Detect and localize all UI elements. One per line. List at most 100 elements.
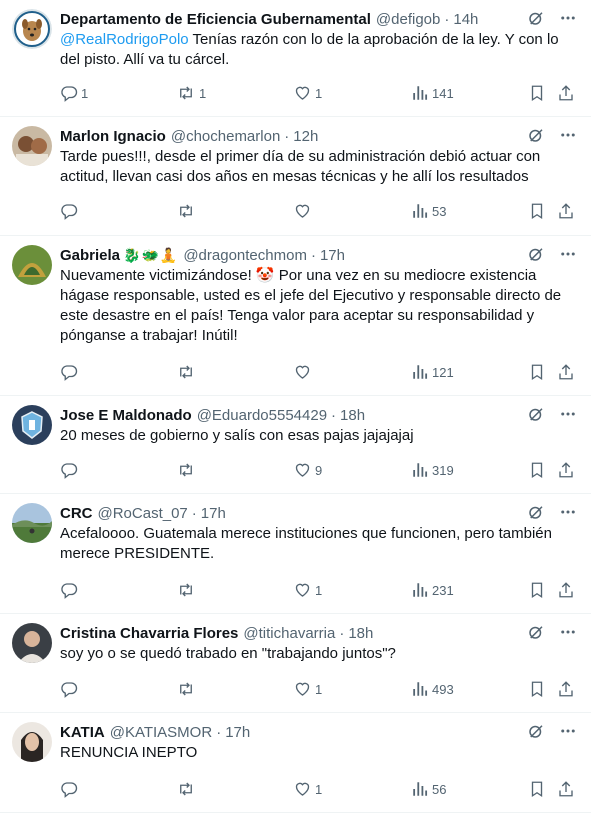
timestamp[interactable]: 17h bbox=[201, 505, 226, 522]
timestamp[interactable]: 17h bbox=[225, 724, 250, 741]
avatar[interactable] bbox=[12, 245, 52, 285]
avatar[interactable] bbox=[12, 126, 52, 166]
tweet[interactable]: Cristina Chavarria Flores @titichavarria… bbox=[0, 614, 591, 713]
tweet[interactable]: Gabriela 🐉🐲🧘 @dragontechmom · 17h Nuevam… bbox=[0, 236, 591, 396]
bookmark-button[interactable] bbox=[528, 363, 546, 381]
share-icon bbox=[559, 681, 573, 697]
retweet-button[interactable] bbox=[176, 202, 199, 220]
tweet[interactable]: CRC @RoCast_07 · 17h Acefaloooo. Guatema… bbox=[0, 494, 591, 614]
tweet[interactable]: KATIA @KATIASMOR · 17h RENUNCIA INEPTO 1… bbox=[0, 713, 591, 813]
tweet[interactable]: Departamento de Eficiencia Gubernamental… bbox=[0, 0, 591, 117]
avatar[interactable] bbox=[12, 503, 52, 543]
author-handle[interactable]: @titichavarria bbox=[243, 625, 335, 642]
more-icon[interactable] bbox=[559, 126, 577, 144]
reply-button[interactable]: 1 bbox=[60, 84, 88, 102]
grok-icon[interactable] bbox=[527, 503, 545, 521]
author-handle[interactable]: @defigob bbox=[376, 11, 440, 28]
like-count: 1 bbox=[315, 781, 323, 797]
like-button[interactable]: 1 bbox=[293, 581, 322, 599]
reply-button[interactable] bbox=[60, 363, 81, 381]
retweet-button[interactable] bbox=[176, 363, 199, 381]
more-icon[interactable] bbox=[559, 503, 577, 521]
timestamp[interactable]: 18h bbox=[340, 407, 365, 424]
reply-icon bbox=[61, 782, 78, 798]
author-name[interactable]: Cristina Chavarria Flores bbox=[60, 625, 238, 642]
retweet-button[interactable] bbox=[176, 780, 199, 798]
grok-icon[interactable] bbox=[527, 722, 545, 740]
timestamp[interactable]: 14h bbox=[453, 11, 478, 28]
author-name[interactable]: Departamento de Eficiencia Gubernamental bbox=[60, 11, 371, 28]
like-button[interactable] bbox=[293, 202, 315, 220]
more-icon[interactable] bbox=[559, 9, 577, 27]
share-button[interactable] bbox=[557, 581, 575, 599]
retweet-button[interactable]: 1 bbox=[176, 84, 206, 102]
views-button[interactable]: 319 bbox=[411, 461, 454, 479]
grok-icon[interactable] bbox=[527, 405, 545, 423]
share-icon bbox=[559, 582, 573, 598]
grok-icon[interactable] bbox=[527, 623, 545, 641]
views-button[interactable]: 56 bbox=[411, 780, 446, 798]
reply-button[interactable] bbox=[60, 202, 81, 220]
reply-button[interactable] bbox=[60, 780, 81, 798]
like-button[interactable]: 1 bbox=[293, 780, 322, 798]
author-handle[interactable]: @KATIASMOR bbox=[110, 724, 212, 741]
bookmark-button[interactable] bbox=[528, 202, 546, 220]
avatar[interactable] bbox=[12, 722, 52, 762]
author-name[interactable]: CRC bbox=[60, 505, 93, 522]
avatar[interactable] bbox=[12, 405, 52, 445]
views-button[interactable]: 493 bbox=[411, 680, 454, 698]
retweet-button[interactable] bbox=[176, 581, 199, 599]
share-button[interactable] bbox=[557, 780, 575, 798]
share-button[interactable] bbox=[557, 680, 575, 698]
views-button[interactable]: 53 bbox=[411, 202, 446, 220]
bookmark-button[interactable] bbox=[528, 84, 546, 102]
author-name[interactable]: Jose E Maldonado bbox=[60, 407, 192, 424]
share-button[interactable] bbox=[557, 84, 575, 102]
share-button[interactable] bbox=[557, 461, 575, 479]
author-name[interactable]: Gabriela bbox=[60, 247, 120, 264]
more-icon[interactable] bbox=[559, 623, 577, 641]
share-button[interactable] bbox=[557, 363, 575, 381]
views-button[interactable]: 141 bbox=[411, 84, 454, 102]
avatar[interactable] bbox=[12, 9, 52, 49]
timestamp[interactable]: 18h bbox=[348, 625, 373, 642]
like-button[interactable] bbox=[293, 363, 315, 381]
author-handle[interactable]: @dragontechmom bbox=[183, 247, 307, 264]
reply-count: 1 bbox=[81, 85, 89, 101]
more-icon[interactable] bbox=[559, 405, 577, 423]
timestamp[interactable]: 12h bbox=[293, 128, 318, 145]
tweet[interactable]: Marlon Ignacio @chochemarlon · 12h Tarde… bbox=[0, 117, 591, 236]
timestamp[interactable]: 17h bbox=[320, 247, 345, 264]
like-button[interactable]: 1 bbox=[293, 680, 322, 698]
retweet-button[interactable] bbox=[176, 680, 199, 698]
bookmark-button[interactable] bbox=[528, 581, 546, 599]
reply-button[interactable] bbox=[60, 581, 81, 599]
share-button[interactable] bbox=[557, 202, 575, 220]
reply-button[interactable] bbox=[60, 461, 81, 479]
tweet-text: Tarde pues!!!, desde el primer día de su… bbox=[60, 148, 541, 185]
more-icon[interactable] bbox=[559, 245, 577, 263]
views-icon bbox=[413, 365, 428, 379]
reply-button[interactable] bbox=[60, 680, 81, 698]
retweet-button[interactable] bbox=[176, 461, 199, 479]
author-name[interactable]: Marlon Ignacio bbox=[60, 128, 166, 145]
bookmark-button[interactable] bbox=[528, 461, 546, 479]
avatar[interactable] bbox=[12, 623, 52, 663]
like-button[interactable]: 9 bbox=[293, 461, 322, 479]
bookmark-icon bbox=[531, 85, 543, 102]
bookmark-button[interactable] bbox=[528, 780, 546, 798]
tweet[interactable]: Jose E Maldonado @Eduardo5554429 · 18h 2… bbox=[0, 396, 591, 494]
author-handle[interactable]: @chochemarlon bbox=[171, 128, 280, 145]
grok-icon[interactable] bbox=[527, 245, 545, 263]
mention-link[interactable]: @RealRodrigoPolo bbox=[60, 31, 189, 48]
like-button[interactable]: 1 bbox=[293, 84, 322, 102]
more-icon[interactable] bbox=[559, 722, 577, 740]
author-handle[interactable]: @RoCast_07 bbox=[98, 505, 188, 522]
author-name[interactable]: KATIA bbox=[60, 724, 105, 741]
grok-icon[interactable] bbox=[527, 126, 545, 144]
grok-icon[interactable] bbox=[527, 9, 545, 27]
bookmark-button[interactable] bbox=[528, 680, 546, 698]
views-button[interactable]: 121 bbox=[411, 363, 454, 381]
views-button[interactable]: 231 bbox=[411, 581, 454, 599]
author-handle[interactable]: @Eduardo5554429 bbox=[197, 407, 327, 424]
